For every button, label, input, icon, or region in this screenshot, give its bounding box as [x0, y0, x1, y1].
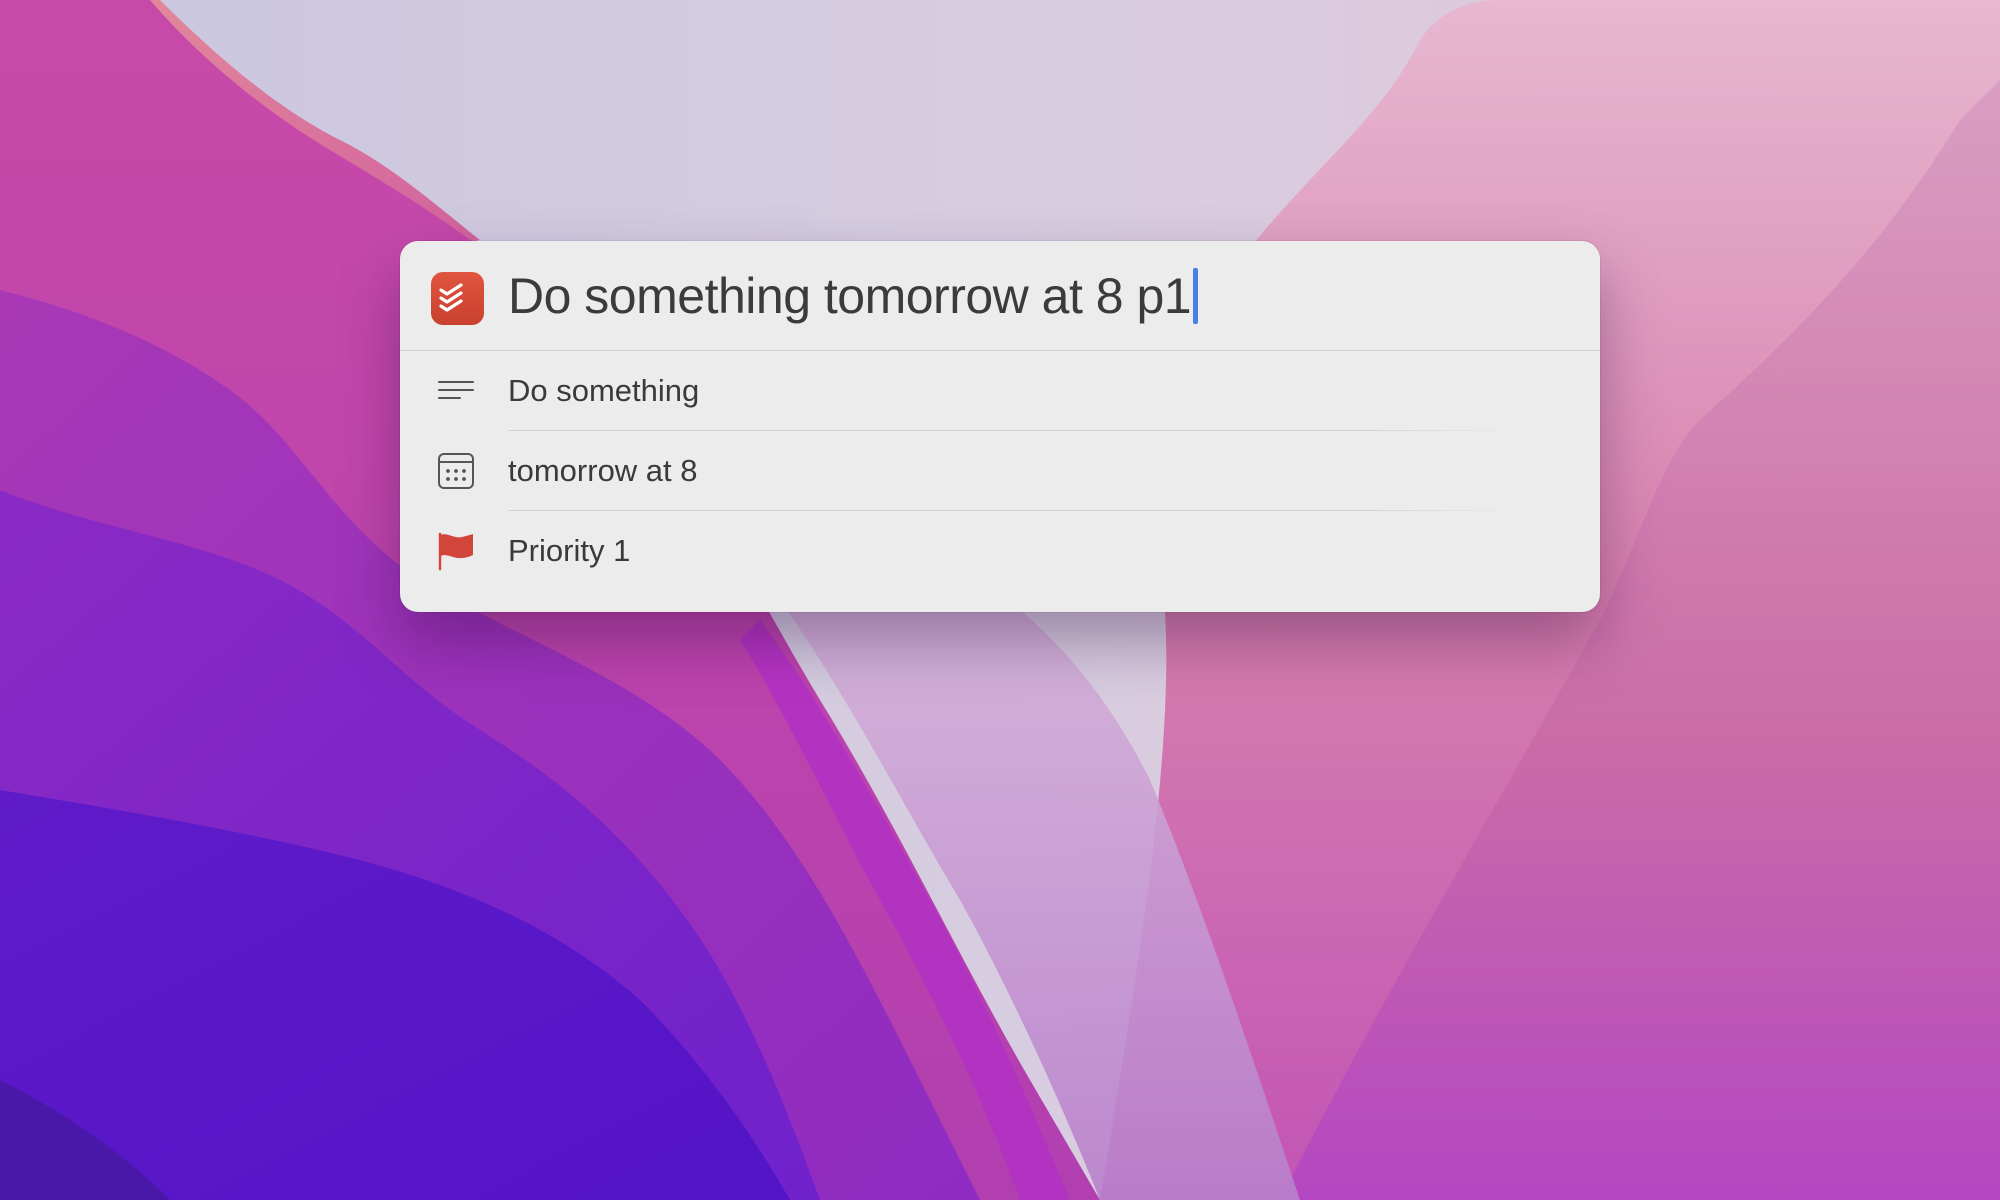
parsed-item-task-name: Do something [400, 351, 1600, 431]
quick-add-input-row[interactable]: Do something tomorrow at 8 p1 [400, 241, 1600, 351]
parsed-item-due-date: tomorrow at 8 [400, 431, 1600, 511]
parsed-details-list: Do something tomorrow at 8 Priority 1 [400, 351, 1600, 591]
task-input-value[interactable]: Do something tomorrow at 8 p1 [508, 267, 1192, 325]
todoist-app-icon [431, 272, 484, 325]
text-caret [1193, 268, 1199, 324]
parsed-item-label: Priority 1 [508, 533, 631, 568]
desktop: Do something tomorrow at 8 p1 Do somethi… [0, 0, 2000, 1200]
text-lines-icon [438, 381, 474, 399]
parsed-item-priority: Priority 1 [400, 511, 1600, 591]
quick-add-panel: Do something tomorrow at 8 p1 Do somethi… [400, 241, 1600, 612]
priority-flag-icon [438, 532, 473, 571]
parsed-item-label: tomorrow at 8 [508, 453, 698, 488]
calendar-icon [438, 453, 474, 489]
task-input[interactable]: Do something tomorrow at 8 p1 [508, 263, 1199, 329]
parsed-item-label: Do something [508, 373, 700, 408]
